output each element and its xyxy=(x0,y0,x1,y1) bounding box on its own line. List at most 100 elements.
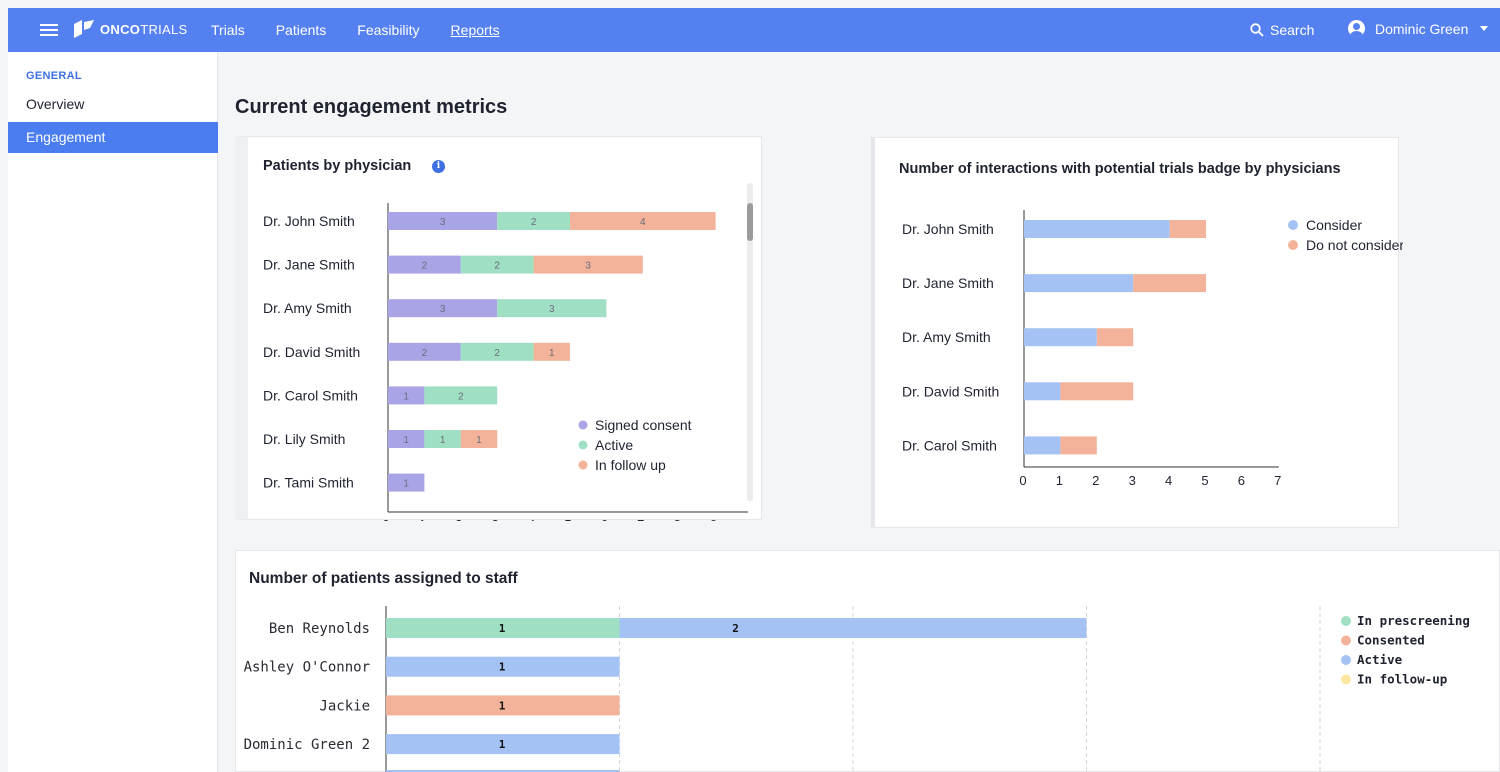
legend-label: Active xyxy=(595,437,633,453)
search-icon xyxy=(1250,23,1264,37)
data-label: 3 xyxy=(440,217,446,228)
data-label: 2 xyxy=(732,622,739,635)
chart-card-interactions: Number of interactions with potential tr… xyxy=(871,137,1403,528)
legend-label: In prescreening xyxy=(1357,613,1470,628)
sidebar-item-engagement[interactable]: Engagement xyxy=(8,122,218,153)
category-label: Jackie xyxy=(319,698,370,714)
bar-segment xyxy=(1024,328,1097,347)
legend-label: In follow-up xyxy=(1357,672,1447,687)
legend-swatch xyxy=(1341,655,1351,665)
search-label: Search xyxy=(1270,22,1315,38)
top-navigation-bar: ONCOTRIALS Trials Patients Feasibility R… xyxy=(8,8,1500,52)
x-tick-label: 0 xyxy=(382,517,389,521)
bar-segment xyxy=(619,618,1087,638)
chart-card-patients-by-physician: Patients by physician i Dr. John Smith 3 2… xyxy=(235,136,762,521)
x-tick-label: 3 xyxy=(492,517,499,521)
nav-trials[interactable]: Trials xyxy=(211,22,245,38)
data-label: 2 xyxy=(531,217,537,228)
nav-reports[interactable]: Reports xyxy=(451,22,500,38)
data-label: 3 xyxy=(585,261,591,272)
x-tick-label: 9 xyxy=(710,517,717,521)
bar-segment xyxy=(1169,220,1206,238)
bar-segment xyxy=(1133,274,1206,293)
interactions-chart: Dr. John Smith Dr. Jane Smith Dr. Amy Smit… xyxy=(902,210,1403,488)
search-button[interactable]: Search xyxy=(1250,22,1314,38)
category-label: Dr. Lily Smith xyxy=(263,431,345,447)
data-label: 1 xyxy=(549,348,555,359)
x-tick-label: 7 xyxy=(637,517,644,521)
bar-segment xyxy=(1024,436,1061,455)
x-tick-label: 6 xyxy=(1238,473,1245,488)
data-label: 2 xyxy=(422,348,428,359)
legend-swatch xyxy=(1288,240,1298,250)
data-label: 1 xyxy=(403,435,409,446)
bar-segment xyxy=(1024,220,1170,238)
category-label: Dr. Jane Smith xyxy=(263,257,355,273)
legend-swatch xyxy=(578,420,588,430)
category-label: Dr. Tami Smith xyxy=(263,475,354,491)
x-tick-label: 5 xyxy=(1201,473,1208,488)
category-label: Dr. Jane Smith xyxy=(902,275,994,291)
brand-name: ONCOTRIALS xyxy=(100,21,188,37)
account-circle-icon xyxy=(1348,20,1365,37)
legend-label: Consider xyxy=(1306,217,1362,233)
legend-label: Consented xyxy=(1357,633,1425,648)
legend-label: Do not consider xyxy=(1306,237,1403,253)
data-label: 3 xyxy=(549,304,555,315)
category-label: Dr. Carol Smith xyxy=(902,437,997,453)
legend-swatch xyxy=(1288,220,1298,230)
nav-patients[interactable]: Patients xyxy=(276,22,327,38)
bar-segment xyxy=(1096,328,1134,347)
logo-icon xyxy=(74,20,94,38)
x-tick-label: 3 xyxy=(1129,473,1136,488)
legend-swatch xyxy=(578,440,588,450)
sidebar-heading: GENERAL xyxy=(26,70,82,82)
category-label: Dr. John Smith xyxy=(902,221,994,237)
category-label: Dr. John Smith xyxy=(263,213,355,229)
nav-feasibility[interactable]: Feasibility xyxy=(357,22,419,38)
data-label: 1 xyxy=(499,661,506,674)
x-tick-label: 7 xyxy=(1274,473,1281,488)
category-label: Dr. Amy Smith xyxy=(902,329,991,345)
x-tick-label: 4 xyxy=(1165,473,1172,488)
legend-swatch xyxy=(1341,616,1351,626)
data-label: 1 xyxy=(403,391,409,402)
data-label: 2 xyxy=(458,391,464,402)
x-tick-label: 4 xyxy=(528,517,535,521)
x-tick-label: 5 xyxy=(564,517,571,521)
page-title: Current engagement metrics xyxy=(235,96,508,118)
sidebar: GENERAL Overview Engagement xyxy=(8,52,218,772)
x-tick-label: 8 xyxy=(674,517,681,521)
app-logo[interactable]: ONCOTRIALS xyxy=(72,20,188,38)
data-label: 1 xyxy=(499,699,506,712)
bar-segment xyxy=(1024,382,1061,401)
legend-label: In follow up xyxy=(595,457,666,473)
main-nav: Trials Patients Feasibility Reports xyxy=(211,8,531,52)
category-label: Ashley O'Connor xyxy=(244,660,370,676)
bar-segment xyxy=(1060,436,1097,455)
sidebar-item-overview[interactable]: Overview xyxy=(8,89,218,120)
x-tick-label: 6 xyxy=(601,517,608,521)
data-label: 3 xyxy=(440,304,446,315)
category-label: Dr. David Smith xyxy=(902,383,999,399)
data-label: 1 xyxy=(440,435,446,446)
menu-icon[interactable] xyxy=(40,21,58,39)
x-tick-label: 2 xyxy=(1092,473,1099,488)
data-label: 2 xyxy=(494,261,500,272)
x-tick-label: 0 xyxy=(1019,473,1026,488)
x-tick-label: 2 xyxy=(455,517,462,521)
legend-label: Signed consent xyxy=(595,417,692,433)
user-menu[interactable]: Dominic Green xyxy=(1348,20,1489,37)
patients-by-physician-chart: Dr. John Smith 3 2 4 Dr. Jane Smith 2 2 3 Dr. Am… xyxy=(263,203,748,521)
category-label: Dr. Carol Smith xyxy=(263,387,358,403)
patients-assigned-chart: Ben Reynolds 1 2 Ashley O'Connor 1 Jackie 1 Dom… xyxy=(244,606,1470,772)
legend-swatch xyxy=(578,460,588,470)
legend-swatch xyxy=(1341,635,1351,646)
data-label: 2 xyxy=(422,261,428,272)
legend-swatch xyxy=(1341,674,1351,685)
data-label: 4 xyxy=(640,217,646,228)
chevron-down-icon xyxy=(1480,26,1489,31)
category-label: Dr. David Smith xyxy=(263,344,360,360)
category-label: Dr. Amy Smith xyxy=(263,300,352,316)
category-label: Dominic Green 2 xyxy=(244,737,370,753)
